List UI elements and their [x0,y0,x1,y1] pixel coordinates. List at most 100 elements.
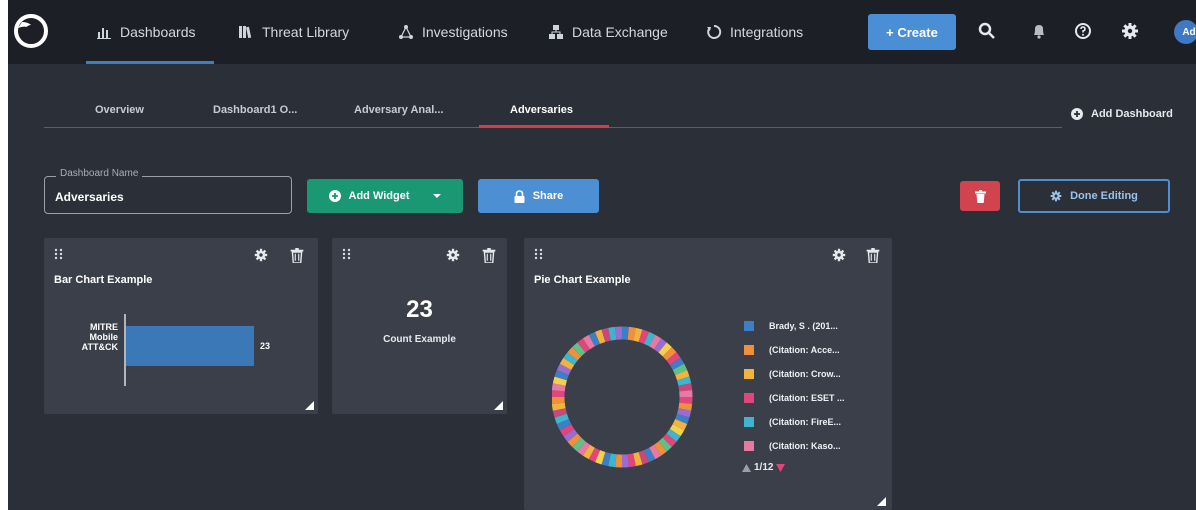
resize-handle-icon[interactable] [305,401,314,410]
tab-adversary-analysis[interactable]: Adversary Anal... [354,104,443,126]
donut-segment[interactable] [582,444,595,460]
drag-handle-icon[interactable] [342,248,352,260]
donut-segment[interactable] [554,413,569,424]
donut-segment[interactable] [552,402,566,411]
nav-label: Investigations [422,24,508,40]
tab-overview[interactable]: Overview [95,104,144,126]
donut-segment[interactable] [638,450,649,465]
avatar[interactable]: Ad [1174,20,1196,44]
donut-segment[interactable] [577,441,591,456]
donut-segment[interactable] [675,413,690,424]
donut-segment[interactable] [608,453,617,468]
nav-threat-library[interactable]: Threat Library [238,0,349,64]
create-button[interactable]: + Create [868,14,956,50]
resize-handle-icon[interactable] [877,497,886,506]
donut-segment[interactable] [672,418,688,431]
donut-segment[interactable] [666,428,681,442]
donut-segment[interactable] [577,338,591,353]
widget-delete-icon[interactable] [866,248,880,263]
donut-segment[interactable] [601,452,611,467]
widget-settings-icon[interactable] [446,248,460,262]
donut-segment[interactable] [563,352,578,366]
dashboard-name-value[interactable]: Adversaries [55,190,124,204]
add-widget-button[interactable]: Add Widget [307,179,463,213]
page-up-icon[interactable] [742,463,751,472]
donut-segment[interactable] [633,452,643,467]
donut-segment[interactable] [572,342,586,357]
search-icon[interactable] [978,22,996,40]
legend-item[interactable]: (Citation: Kaso... [744,440,841,452]
add-dashboard-button[interactable]: Add Dashboard [1071,104,1173,124]
donut-segment[interactable] [627,326,636,341]
donut-segment[interactable] [678,402,693,411]
gear-icon[interactable] [1121,22,1139,40]
donut-segment[interactable] [672,363,688,376]
widget-delete-icon[interactable] [482,248,496,263]
tab-dashboard1[interactable]: Dashboard1 O... [213,104,297,126]
resize-handle-icon[interactable] [494,401,503,410]
bar[interactable] [126,326,254,366]
drag-handle-icon[interactable] [54,248,64,260]
page-down-icon[interactable] [776,463,786,472]
donut-segment[interactable] [552,408,567,418]
widget-settings-icon[interactable] [254,248,268,262]
donut-segment[interactable] [572,437,586,452]
nav-data-exchange[interactable]: Data Exchange [548,0,668,64]
done-editing-button[interactable]: Done Editing [1018,179,1170,213]
legend-item[interactable]: Brady, S . (201... [744,320,838,332]
donut-segment[interactable] [554,370,569,381]
nav-dashboards[interactable]: Dashboards [86,0,213,64]
widget-delete-icon[interactable] [290,248,304,263]
donut-segment[interactable] [649,444,662,460]
donut-segment[interactable] [666,352,681,366]
donut-segment[interactable] [627,453,636,468]
donut-segment[interactable] [669,424,685,437]
donut-segment[interactable] [643,447,656,463]
help-icon[interactable] [1074,22,1092,40]
donut-segment[interactable] [662,347,677,361]
delete-dashboard-button[interactable] [960,181,1000,211]
nav-investigations[interactable]: Investigations [398,0,508,64]
donut-segment[interactable] [662,433,677,447]
donut-segment[interactable] [658,437,672,452]
donut-segment[interactable] [633,327,643,342]
donut-segment[interactable] [653,441,667,456]
donut-segment[interactable] [677,376,692,386]
donut-segment[interactable] [669,357,685,370]
legend-item[interactable]: (Citation: FireE... [744,416,841,428]
app-logo-icon[interactable] [14,14,48,48]
drag-handle-icon[interactable] [534,248,544,260]
donut-segment[interactable] [643,331,656,347]
donut-segment[interactable] [595,450,606,465]
tab-adversaries[interactable]: Adversaries [510,104,573,126]
donut-segment[interactable] [588,447,601,463]
donut-segment[interactable] [677,408,692,418]
donut-segment[interactable] [567,433,582,447]
legend-item[interactable]: (Citation: Acce... [744,344,840,356]
donut-segment[interactable] [552,383,566,392]
nav-integrations[interactable]: Integrations [706,0,803,64]
share-button[interactable]: Share [478,179,599,213]
donut-segment[interactable] [649,334,662,350]
legend-item[interactable]: (Citation: Crow... [744,368,841,380]
donut-segment[interactable] [582,334,595,350]
bell-icon[interactable] [1030,22,1048,40]
legend-item[interactable]: (Citation: ESET ... [744,392,845,404]
donut-segment[interactable] [567,347,582,361]
donut-segment[interactable] [678,383,693,392]
donut-segment[interactable] [601,327,611,342]
donut-segment[interactable] [638,329,649,344]
donut-segment[interactable] [588,331,601,347]
donut-segment[interactable] [595,329,606,344]
donut-segment[interactable] [675,370,690,381]
widget-settings-icon[interactable] [832,248,846,262]
donut-segment[interactable] [563,428,578,442]
donut-segment[interactable] [559,424,575,437]
donut-segment[interactable] [552,376,567,386]
donut-segment[interactable] [608,326,617,341]
donut-segment[interactable] [556,418,572,431]
donut-segment[interactable] [559,357,575,370]
donut-segment[interactable] [658,342,672,357]
donut-segment[interactable] [556,363,572,376]
donut-segment[interactable] [653,338,667,353]
